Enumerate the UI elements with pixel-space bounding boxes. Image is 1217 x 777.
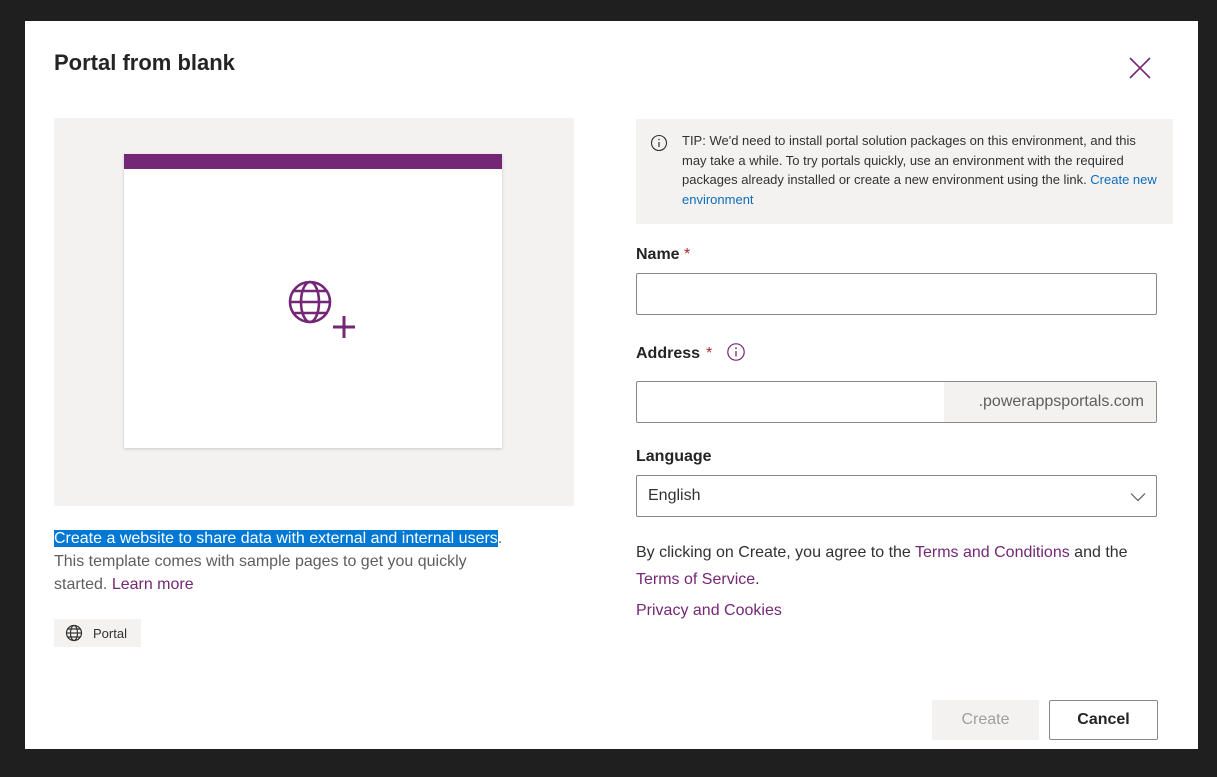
- template-preview: [54, 118, 574, 506]
- legal-text: By clicking on Create, you agree to the …: [636, 539, 1166, 593]
- learn-more-link[interactable]: Learn more: [112, 576, 194, 593]
- tip-box: TIP: We'd need to install portal solutio…: [636, 119, 1173, 224]
- portal-tag: Portal: [54, 619, 141, 647]
- name-label-text: Name: [636, 246, 680, 263]
- address-suffix: .powerappsportals.com: [944, 382, 1156, 422]
- terms-service-link[interactable]: Terms of Service: [636, 571, 755, 588]
- template-description: Create a website to share data with exte…: [54, 527, 514, 596]
- address-label-text: Address: [636, 345, 701, 362]
- cancel-button[interactable]: Cancel: [1049, 700, 1158, 740]
- legal-prefix: By clicking on Create, you agree to the: [636, 544, 915, 561]
- address-input[interactable]: .powerappsportals.com: [636, 381, 1157, 423]
- chevron-down-icon: [1130, 493, 1146, 502]
- terms-conditions-link[interactable]: Terms and Conditions: [915, 544, 1070, 561]
- name-input[interactable]: [636, 273, 1157, 315]
- description-selected-text: Create a website to share data with exte…: [54, 530, 498, 547]
- preview-card: [124, 154, 502, 448]
- info-icon: [650, 134, 668, 152]
- name-label: Name *: [636, 246, 690, 264]
- portal-dialog: Portal from blank Create a website to sh…: [25, 21, 1198, 749]
- globe-icon: [65, 624, 83, 642]
- language-select[interactable]: English: [636, 475, 1157, 517]
- privacy-container: Privacy and Cookies: [636, 602, 782, 620]
- create-button[interactable]: Create: [932, 700, 1039, 740]
- address-label: Address *: [636, 342, 746, 363]
- language-label: Language: [636, 448, 712, 465]
- tip-text: TIP: We'd need to install portal solutio…: [682, 133, 1136, 187]
- globe-add-icon: [288, 280, 355, 338]
- privacy-cookies-link[interactable]: Privacy and Cookies: [636, 602, 782, 619]
- required-marker: *: [706, 345, 713, 362]
- required-marker: *: [684, 246, 691, 263]
- language-value: English: [648, 487, 701, 504]
- close-icon: [1129, 57, 1151, 79]
- preview-header-bar: [124, 154, 502, 169]
- address-info-icon[interactable]: [726, 342, 746, 362]
- legal-suffix: .: [755, 571, 760, 588]
- close-button[interactable]: [1127, 55, 1153, 81]
- dialog-title: Portal from blank: [54, 50, 235, 75]
- tag-label: Portal: [93, 625, 127, 641]
- legal-middle: and the: [1069, 544, 1128, 561]
